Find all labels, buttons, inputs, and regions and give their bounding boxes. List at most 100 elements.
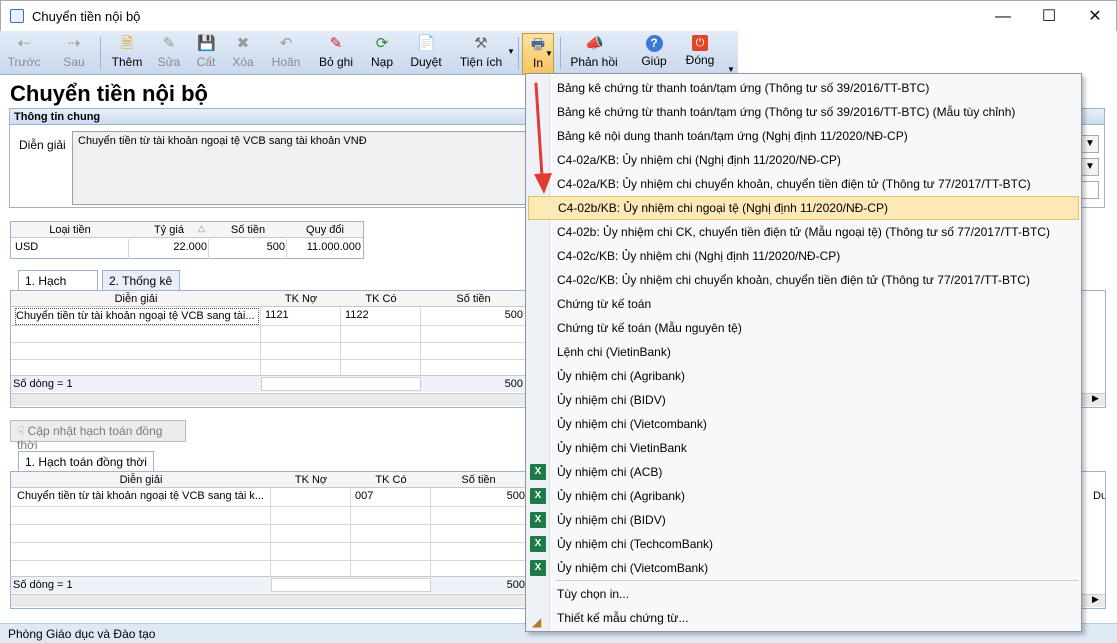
feedback-button[interactable]: 📣 Phản hồi: [568, 33, 620, 73]
print-menu-item[interactable]: Chứng từ kế toán: [528, 292, 1079, 316]
unpost-button[interactable]: ✎ Bỏ ghi: [314, 33, 358, 73]
utilities-button[interactable]: ⚒ Tiện ích: [456, 33, 506, 73]
print-menu-item[interactable]: Lệnh chi (VietinBank): [528, 340, 1079, 364]
combo-dropdown-icon[interactable]: ▼: [1081, 135, 1099, 153]
delete-icon: ✖: [236, 35, 250, 52]
row-count: Số dòng = 1: [13, 579, 73, 591]
amount-cell[interactable]: 500: [209, 240, 285, 255]
description-cell[interactable]: Chuyển tiền từ tài khoản ngoại tệ VCB sa…: [15, 308, 259, 325]
column-header[interactable]: TK Nợ: [271, 472, 351, 488]
load-button[interactable]: ⟳ Nạp: [366, 33, 398, 73]
rate-cell[interactable]: 22.000: [129, 240, 207, 255]
description-cell[interactable]: Chuyển tiền từ tài khoản ngoại tệ VCB sa…: [17, 489, 269, 504]
design-template-icon: ◢: [532, 615, 542, 629]
credit-account-cell[interactable]: 007: [355, 489, 427, 504]
combo-dropdown-icon[interactable]: ▼: [1081, 158, 1099, 176]
print-menu-item[interactable]: C4-02a/KB: Ủy nhiệm chi chuyển khoản, ch…: [528, 172, 1079, 196]
delete-button[interactable]: ✖ Xóa: [226, 33, 260, 73]
utilities-dropdown-arrow[interactable]: ▼: [507, 47, 515, 56]
title-bar: Chuyển tiền nội bộ — ☐ ✕: [0, 0, 1117, 31]
edit-icon: ✎: [162, 35, 176, 52]
row-count: Số dòng = 1: [13, 378, 73, 390]
description-field[interactable]: Chuyển tiền từ tài khoản ngoại tệ VCB sa…: [72, 131, 527, 205]
unpost-icon: ✎: [329, 35, 343, 52]
total-amount: 500: [506, 579, 525, 591]
print-dropdown-arrow[interactable]: ▼: [545, 49, 553, 58]
print-menu-item[interactable]: Chứng từ kế toán (Mẫu nguyên tệ): [528, 316, 1079, 340]
amount-cell[interactable]: 500: [425, 308, 523, 323]
save-button[interactable]: 💾 Cất: [190, 33, 222, 73]
print-menu-item[interactable]: Tùy chọn in...: [528, 582, 1079, 606]
maximize-button[interactable]: ☐: [1026, 1, 1072, 32]
toolbar: ⇠ Trước ⇢ Sau 🗎 Thêm ✎ Sửa 💾 Cất ✖ Xóa ↶ Hoãn ✎…: [0, 31, 738, 75]
close-window-button[interactable]: ✕: [1072, 1, 1117, 32]
scroll-right-icon[interactable]: ▶: [1092, 393, 1099, 404]
column-header[interactable]: TK Có: [351, 472, 431, 488]
converted-cell[interactable]: 11.000.000: [287, 240, 361, 255]
column-header[interactable]: Quy đổi: [287, 222, 363, 238]
edit-button[interactable]: ✎ Sửa: [152, 33, 186, 73]
side-field[interactable]: [1081, 181, 1099, 199]
menu-item-label: Ủy nhiệm chi (Vietcombank): [557, 417, 707, 431]
amount-cell[interactable]: 500: [435, 489, 525, 504]
back-button[interactable]: ⇠ Trước: [4, 33, 44, 73]
power-icon: ⏻: [692, 35, 708, 51]
column-header[interactable]: TK Có: [341, 291, 421, 307]
menu-item-label: Bảng kê chứng từ thanh toán/tạm ứng (Thô…: [557, 105, 1016, 119]
menu-item-label: Thiết kế mẫu chứng từ...: [557, 611, 689, 625]
column-header[interactable]: Số tiền: [209, 222, 287, 238]
print-dropdown-menu: Bảng kê chứng từ thanh toán/tạm ứng (Thô…: [525, 73, 1082, 632]
print-menu-item[interactable]: Bảng kê nội dung thanh toán/tạm ứng (Ngh…: [528, 124, 1079, 148]
add-button[interactable]: 🗎 Thêm: [108, 33, 146, 73]
print-menu-item[interactable]: X Ủy nhiệm chi (Agribank): [528, 484, 1079, 508]
close-button[interactable]: ⏻ Đóng: [682, 33, 718, 73]
column-header[interactable]: Số tiền: [431, 472, 526, 488]
arrow-left-icon: ⇠: [17, 35, 31, 52]
total-amount: 500: [504, 378, 523, 390]
print-menu-item[interactable]: Ủy nhiệm chi (Agribank): [528, 364, 1079, 388]
tab-concurrent-accounting[interactable]: 1. Hạch toán đồng thời: [18, 451, 154, 471]
debit-account-cell[interactable]: 1121: [265, 308, 337, 323]
column-header[interactable]: Diễn giải: [11, 472, 271, 488]
minimize-button[interactable]: —: [980, 1, 1026, 32]
grid-footer: Số dòng = 1 500: [11, 375, 526, 392]
print-menu-item[interactable]: X Ủy nhiệm chi (BIDV): [528, 508, 1079, 532]
column-header[interactable]: TK Nợ: [261, 291, 341, 307]
print-menu-item[interactable]: Bảng kê chứng từ thanh toán/tạm ứng (Thô…: [528, 76, 1079, 100]
forward-button[interactable]: ⇢ Sau: [56, 33, 92, 73]
print-menu-item[interactable]: ◢ Thiết kế mẫu chứng từ...: [528, 606, 1079, 630]
print-menu-item[interactable]: X Ủy nhiệm chi (TechcomBank): [528, 532, 1079, 556]
column-header[interactable]: Số tiền: [421, 291, 526, 307]
scroll-right-icon[interactable]: ▶: [1092, 594, 1099, 605]
print-menu-item[interactable]: C4-02b: Ủy nhiệm chi CK, chuyển tiền điệ…: [528, 220, 1079, 244]
print-menu-item[interactable]: C4-02c/KB: Ủy nhiệm chi (Nghị định 11/20…: [528, 244, 1079, 268]
currency-grid: Loại tiền Tỷ giá △ Số tiền Quy đổi USD 2…: [10, 221, 364, 259]
print-menu-item[interactable]: Ủy nhiệm chi (BIDV): [528, 388, 1079, 412]
print-menu-item[interactable]: X Ủy nhiệm chi (VietcomBank): [528, 556, 1079, 580]
menu-item-label: C4-02a/KB: Ủy nhiệm chi chuyển khoản, ch…: [557, 177, 1031, 191]
menu-item-label: Bảng kê chứng từ thanh toán/tạm ứng (Thô…: [557, 81, 930, 95]
print-menu-item[interactable]: C4-02a/KB: Ủy nhiệm chi (Nghị định 11/20…: [528, 148, 1079, 172]
print-menu-item[interactable]: Bảng kê chứng từ thanh toán/tạm ứng (Thô…: [528, 100, 1079, 124]
print-menu-item[interactable]: C4-02b/KB: Ủy nhiệm chi ngoại tệ (Nghị đ…: [528, 196, 1079, 220]
approve-button[interactable]: 📄 Duyệt: [406, 33, 446, 73]
print-menu-item[interactable]: Ủy nhiệm chi (Vietcombank): [528, 412, 1079, 436]
print-menu-item[interactable]: C4-02c/KB: Ủy nhiệm chi chuyển khoản, ch…: [528, 268, 1079, 292]
menu-item-label: Lệnh chi (VietinBank): [557, 345, 671, 359]
tab-statistics[interactable]: 2. Thống kê: [102, 270, 180, 290]
column-header[interactable]: Loại tiền: [11, 222, 129, 238]
credit-account-cell[interactable]: 1122: [345, 308, 417, 323]
undo-button[interactable]: ↶ Hoãn: [266, 33, 306, 73]
tab-accounting[interactable]: 1. Hạch toán: [18, 270, 98, 302]
print-menu-item[interactable]: Ủy nhiệm chi VietinBank: [528, 436, 1079, 460]
column-header[interactable]: Diễn giải: [11, 291, 261, 307]
window-title: Chuyển tiền nội bộ: [32, 9, 141, 24]
column-header[interactable]: Tỷ giá: [129, 222, 209, 238]
print-menu-item[interactable]: X Ủy nhiệm chi (ACB): [528, 460, 1079, 484]
megaphone-icon: 📣: [585, 35, 604, 52]
excel-icon: X: [530, 488, 546, 504]
update-concurrent-button[interactable]: ☟ Cập nhật hạch toán đồng thời: [10, 420, 186, 452]
currency-cell[interactable]: USD: [15, 240, 125, 255]
help-button[interactable]: ? Giúp: [638, 33, 670, 73]
excel-icon: X: [530, 464, 546, 480]
